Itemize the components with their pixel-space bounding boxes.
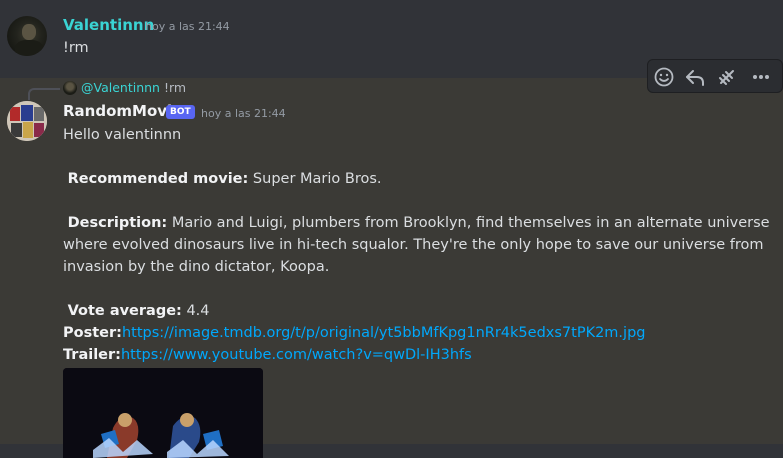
user-timestamp: hoy a las 21:44: [145, 20, 230, 33]
user-avatar[interactable]: [7, 16, 47, 56]
reply-author[interactable]: @Valentinnn: [81, 80, 160, 95]
description-line-2: where evolved dinosaurs live in hi-tech …: [63, 237, 764, 253]
vote-label: Vote average:: [67, 303, 182, 319]
bot-avatar[interactable]: [7, 101, 47, 141]
greeting-text: Hello valentinnn: [63, 127, 182, 143]
vote-line: Vote average: 4.4: [63, 300, 210, 322]
more-icon[interactable]: [749, 65, 773, 89]
recommended-label: Recommended movie:: [67, 171, 249, 187]
add-reaction-icon[interactable]: [652, 65, 676, 89]
recommended-value: Super Mario Bros.: [252, 171, 382, 187]
poster-label: Poster:: [63, 325, 122, 341]
user-name[interactable]: Valentinnn: [63, 16, 154, 34]
recommended-line: Recommended movie: Super Mario Bros.: [63, 168, 382, 190]
description-line-3: invasion by the dino dictator, Koopa.: [63, 259, 330, 275]
reply-avatar: [63, 81, 77, 95]
trailer-line: Trailer:https://www.youtube.com/watch?v=…: [63, 344, 472, 366]
reply-spine: [28, 88, 60, 100]
poster-line: Poster:https://image.tmdb.org/t/p/origin…: [63, 322, 645, 344]
reply-icon[interactable]: [683, 65, 707, 89]
poster-image[interactable]: [63, 368, 263, 458]
description-text-1: Mario and Luigi, plumbers from Brooklyn,…: [171, 215, 770, 231]
message-bot: @Valentinnn !rm RandomMovie BOT hoy a la…: [0, 78, 783, 458]
poster-link[interactable]: https://image.tmdb.org/t/p/original/yt5b…: [122, 325, 646, 341]
user-message-text: !rm: [63, 40, 89, 56]
description-line-1: Description: Mario and Luigi, plumbers f…: [63, 212, 770, 234]
bot-badge: BOT: [166, 105, 195, 119]
trailer-link[interactable]: https://www.youtube.com/watch?v=qwDl-IH3…: [121, 347, 472, 363]
bot-timestamp: hoy a las 21:44: [201, 107, 286, 120]
reply-text[interactable]: !rm: [164, 80, 186, 95]
vote-value: 4.4: [186, 303, 210, 319]
trailer-label: Trailer:: [63, 347, 121, 363]
create-thread-icon[interactable]: [715, 65, 739, 89]
bot-name[interactable]: RandomMovie: [63, 102, 182, 120]
description-label: Description:: [67, 215, 168, 231]
message-toolbar: [647, 59, 783, 93]
